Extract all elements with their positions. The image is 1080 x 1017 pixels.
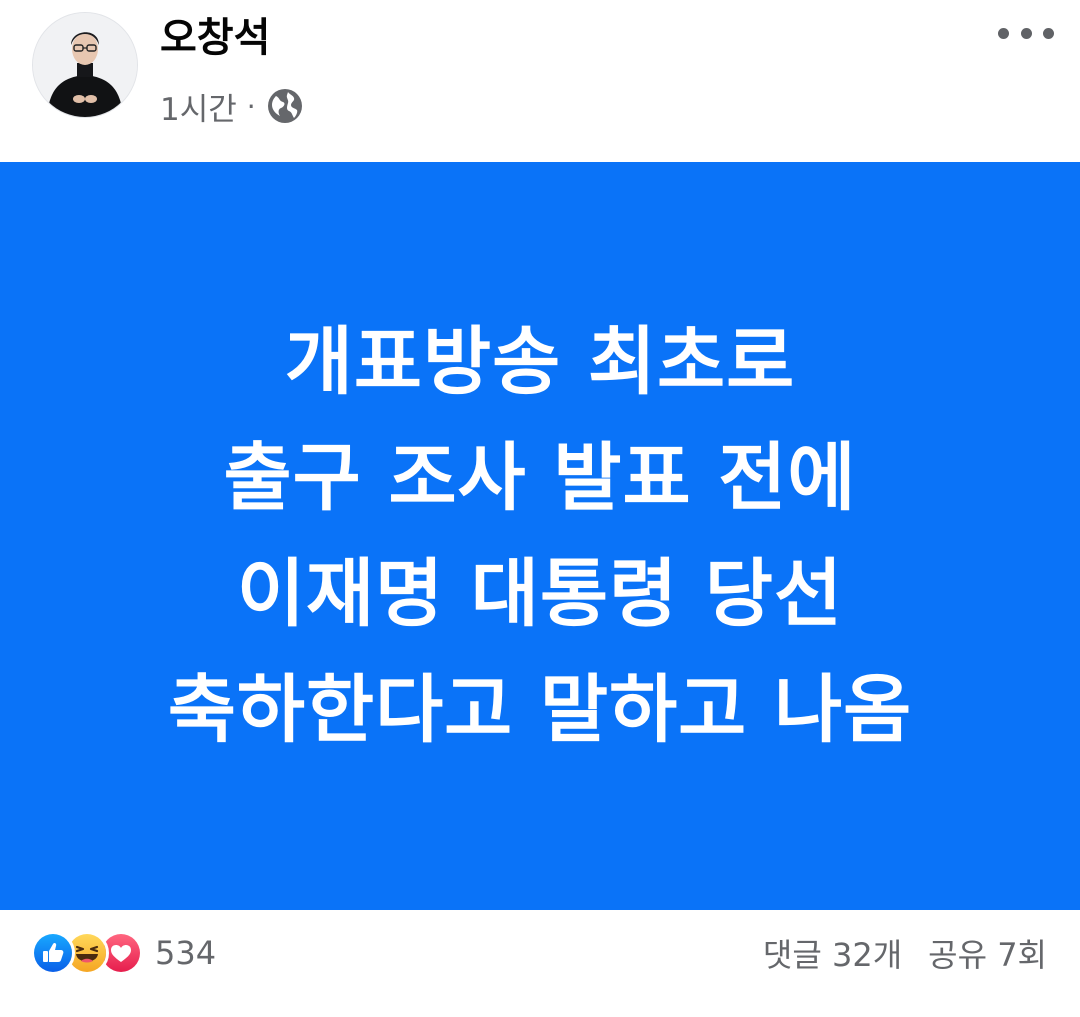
meta-separator: · [246,89,256,123]
more-options-button[interactable] [998,20,1054,46]
reactions-summary[interactable]: 534 [31,929,216,977]
author-avatar[interactable] [33,13,137,117]
post-text-line: 이재명 대통령 당선 [236,551,844,637]
reaction-count: 534 [155,934,217,972]
comments-count-link[interactable]: 댓글 32개 [763,930,902,976]
post-text-line: 개표방송 최초로 [284,319,796,405]
avatar-photo [33,13,137,117]
more-horizontal-icon [1020,27,1032,39]
post-timestamp[interactable]: 1시간 [160,84,237,129]
shares-count-link[interactable]: 공유 7회 [928,930,1047,976]
post-text-line: 축하한다고 말하고 나옴 [167,667,913,753]
more-horizontal-icon [1043,27,1054,39]
post-text-line: 출구 조사 발표 전에 [223,435,857,521]
engagement-stats: 댓글 32개 공유 7회 [763,929,1047,977]
globe-icon[interactable] [266,87,304,125]
author-name[interactable]: 오창석 [160,10,270,66]
facebook-post: 오창석 1시간 · 개표방송 최초로 출구 조사 발표 전에 이재명 대통령 당… [0,0,1080,1017]
like-icon [31,931,75,975]
more-horizontal-icon [998,27,1009,39]
post-text-card[interactable]: 개표방송 최초로 출구 조사 발표 전에 이재명 대통령 당선 축하한다고 말하… [0,162,1080,910]
post-meta: 1시간 · [160,84,304,128]
